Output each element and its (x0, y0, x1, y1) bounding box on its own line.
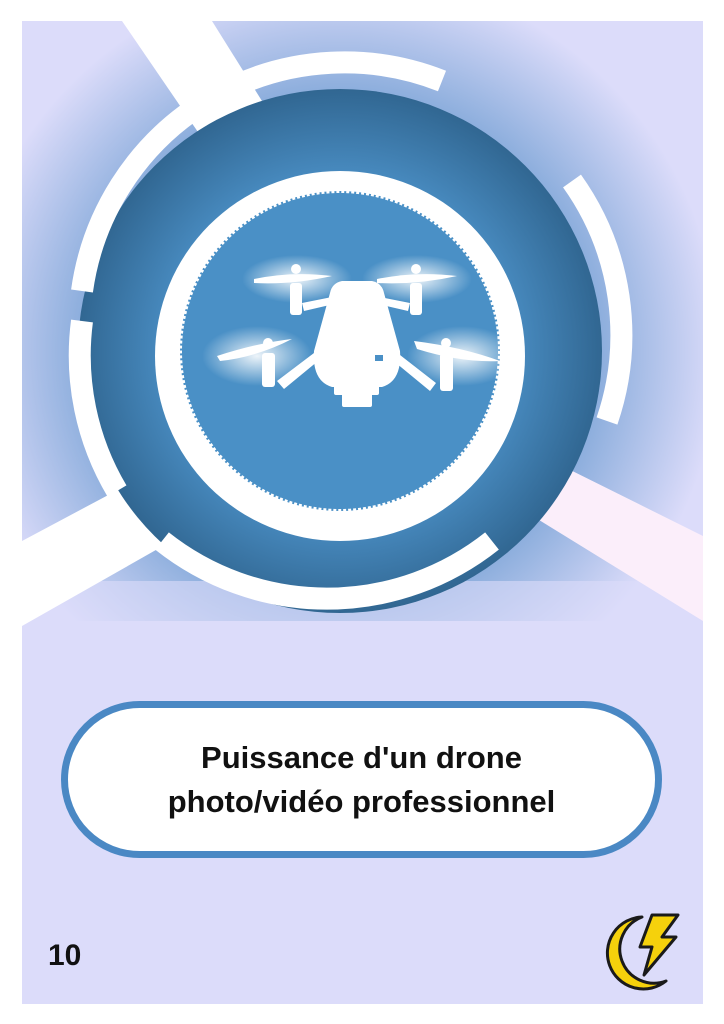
card-title-line-2: photo/vidéo professionnel (167, 783, 556, 819)
lightning-moon-icon (605, 913, 680, 991)
card-number: 10 (48, 939, 82, 972)
card-title-box: Puissance d'un drone photo/vidéo profess… (61, 701, 662, 858)
card-title-line-1: Puissance d'un drone (201, 739, 522, 775)
energy-card: Puissance d'un drone photo/vidéo profess… (22, 21, 703, 1004)
card-title: Puissance d'un drone photo/vidéo profess… (168, 736, 556, 824)
